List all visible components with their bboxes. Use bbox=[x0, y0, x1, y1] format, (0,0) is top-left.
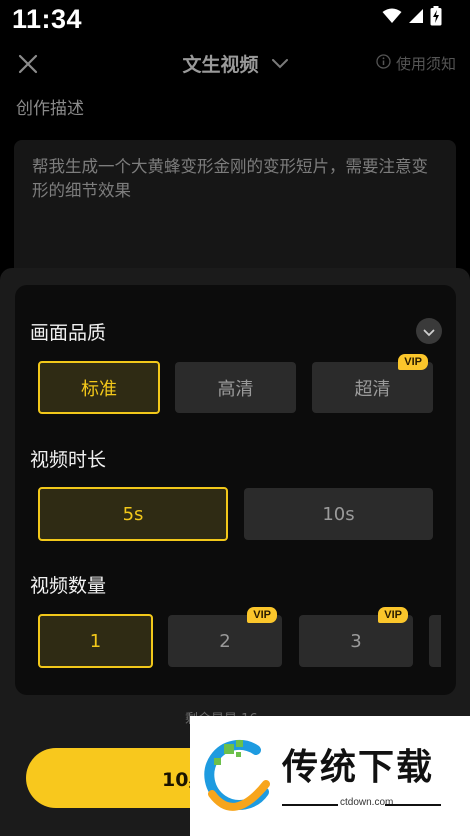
option-label: 10s bbox=[322, 503, 355, 525]
count-option-1[interactable]: 1 bbox=[38, 614, 153, 668]
watermark: 传统下载 ctdown.com bbox=[190, 716, 470, 836]
vip-badge: VIP bbox=[398, 354, 428, 370]
watermark-logo-icon bbox=[204, 736, 274, 820]
duration-option-10s[interactable]: 10s bbox=[244, 488, 433, 540]
status-icons bbox=[382, 6, 442, 26]
top-bar: 文生视频 使用须知 bbox=[0, 44, 470, 84]
count-option-more[interactable] bbox=[429, 615, 441, 667]
usage-notes-label: 使用须知 bbox=[395, 55, 456, 73]
vip-badge: VIP bbox=[378, 607, 408, 623]
duration-option-5s[interactable]: 5s bbox=[38, 487, 228, 541]
description-label: 创作描述 bbox=[16, 99, 84, 119]
watermark-rule-left bbox=[282, 804, 338, 806]
option-label: 1 bbox=[89, 630, 102, 652]
quality-title: 画面品质 bbox=[30, 322, 107, 344]
watermark-brand: 传统下载 bbox=[282, 747, 435, 788]
vip-badge: VIP bbox=[247, 607, 277, 623]
chevron-down-icon bbox=[271, 54, 288, 73]
watermark-rule-right bbox=[385, 804, 441, 806]
option-label: 2 bbox=[219, 630, 231, 652]
option-label: 高清 bbox=[217, 378, 254, 400]
duration-title: 视频时长 bbox=[30, 449, 107, 471]
quality-option-hd[interactable]: 高清 bbox=[175, 362, 296, 413]
collapse-button[interactable] bbox=[416, 318, 442, 344]
quality-option-uhd[interactable]: 超清 VIP bbox=[312, 354, 433, 413]
count-title: 视频数量 bbox=[30, 575, 107, 597]
wifi-icon bbox=[382, 8, 402, 24]
info-icon bbox=[376, 54, 391, 73]
watermark-url: ctdown.com bbox=[340, 797, 394, 808]
signal-icon bbox=[408, 8, 424, 24]
battery-charging-icon bbox=[430, 6, 442, 26]
status-bar: 11:34 bbox=[0, 0, 470, 40]
usage-notes-link[interactable]: 使用须知 bbox=[376, 53, 456, 74]
option-label: 标准 bbox=[81, 378, 117, 400]
count-option-2[interactable]: 2 VIP bbox=[168, 607, 282, 667]
chevron-down-icon bbox=[423, 322, 435, 341]
quality-option-standard[interactable]: 标准 bbox=[38, 361, 160, 414]
count-option-3[interactable]: 3 VIP bbox=[299, 607, 413, 667]
prompt-text: 帮我生成一个大黄蜂变形金刚的变形短片，需要注意变形的细节效果 bbox=[32, 157, 428, 200]
option-label: 超清 bbox=[354, 378, 391, 400]
option-label: 5s bbox=[122, 503, 144, 525]
option-label: 3 bbox=[350, 630, 362, 652]
status-time: 11:34 bbox=[12, 4, 83, 34]
page-title: 文生视频 bbox=[182, 54, 259, 76]
